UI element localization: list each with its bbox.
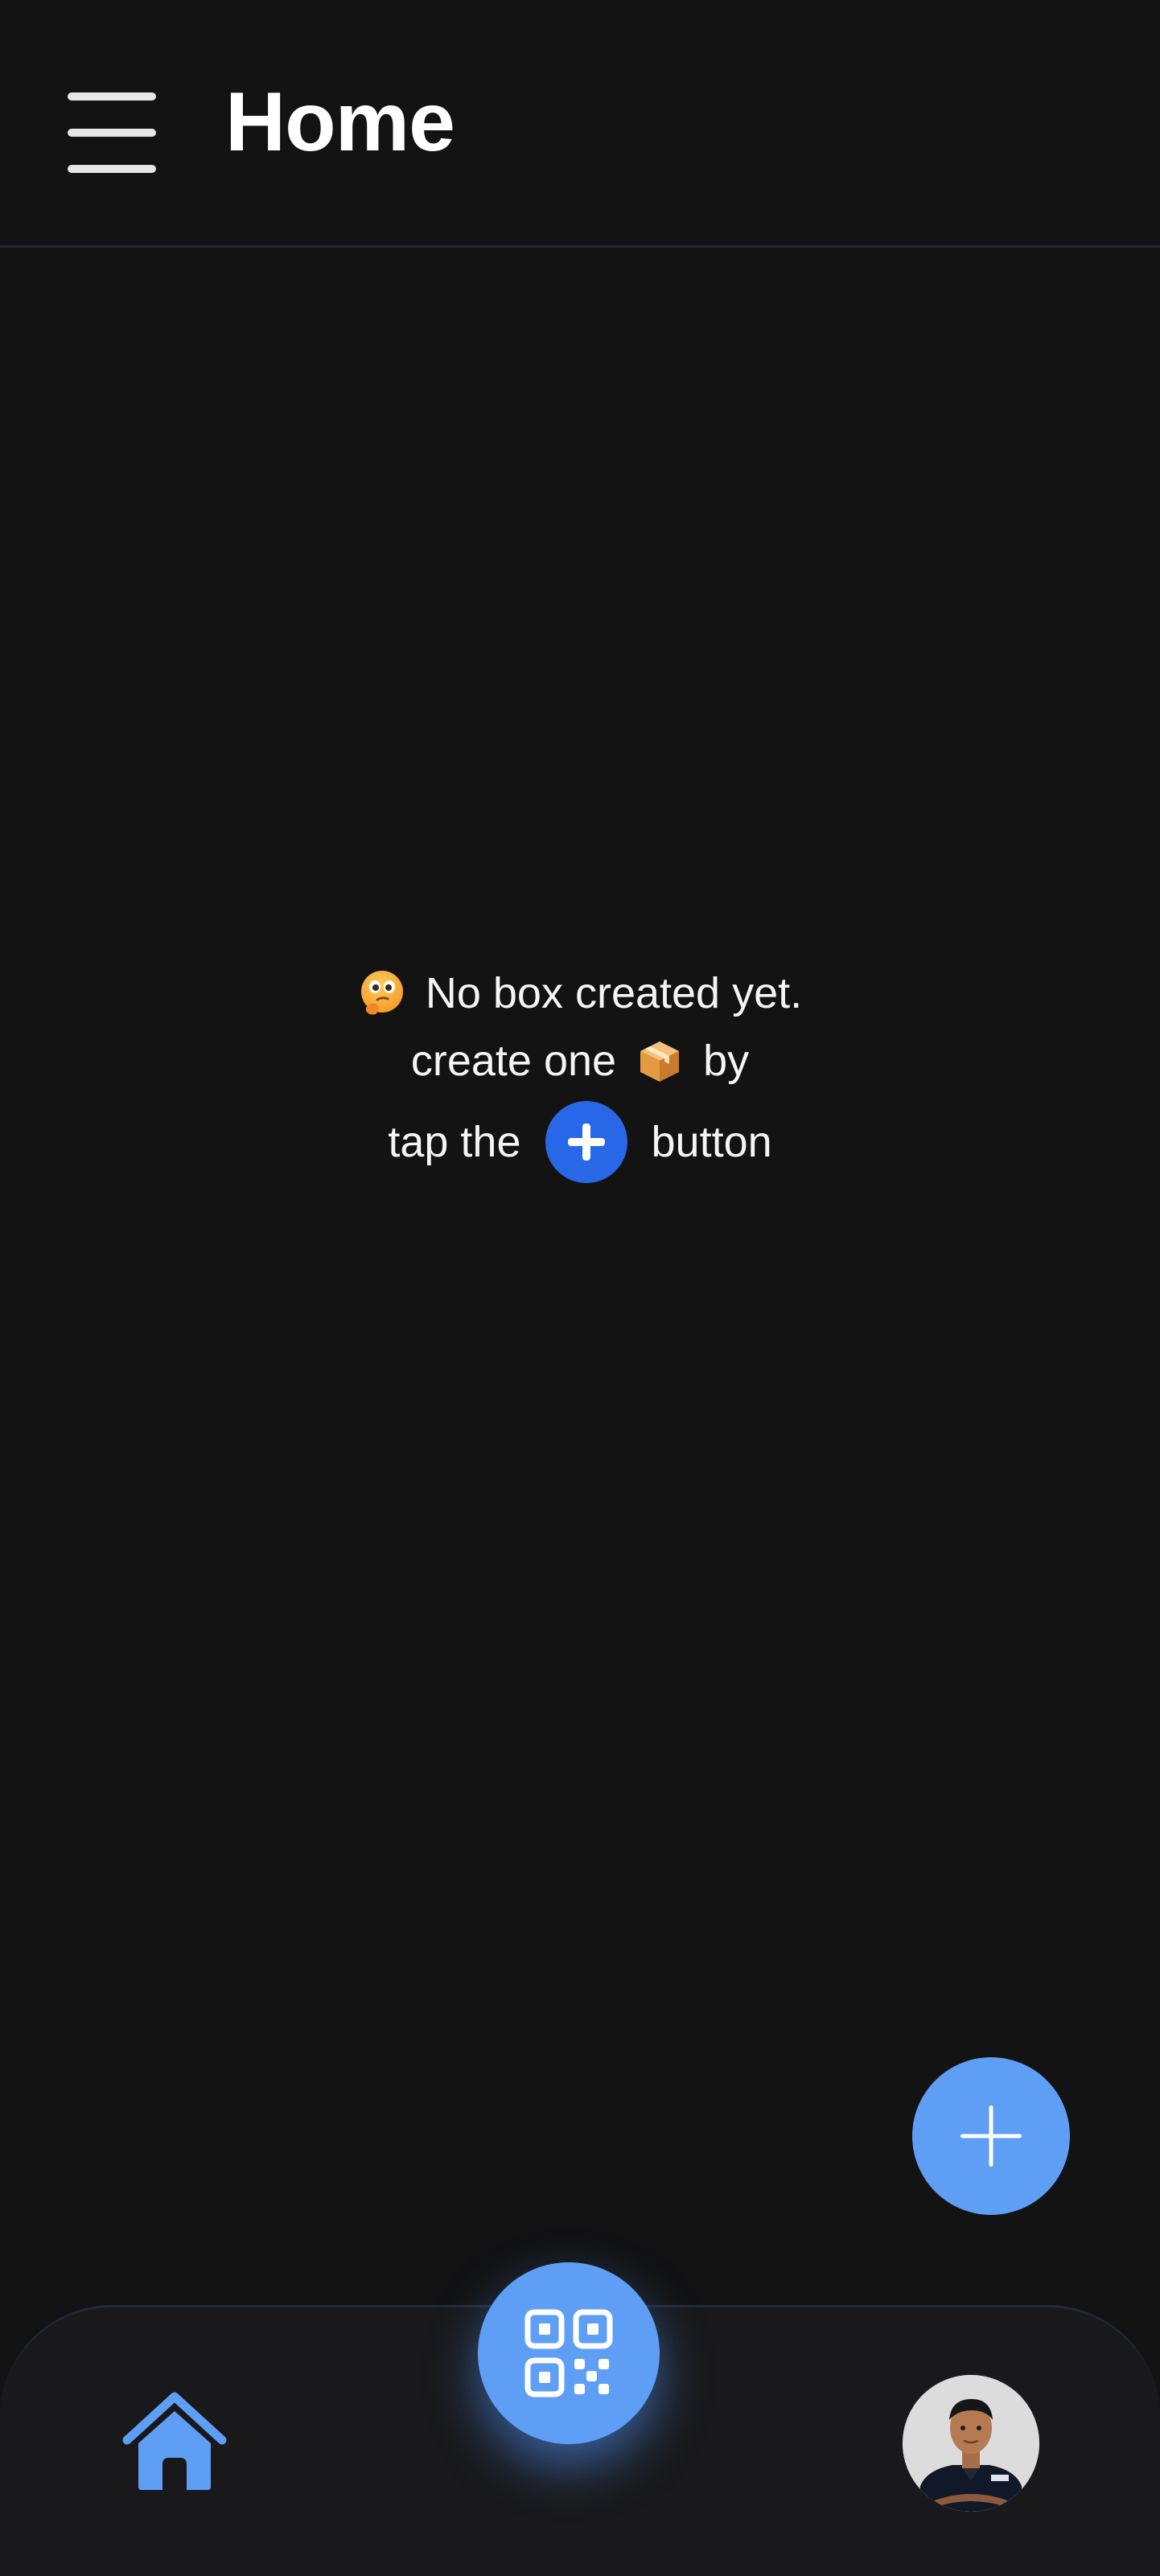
empty-state-line-2: create one by xyxy=(0,1033,1160,1089)
qr-code-icon xyxy=(524,2309,613,2397)
home-icon xyxy=(122,2392,227,2490)
add-box-button[interactable] xyxy=(912,2057,1070,2215)
empty-state-message: No box created yet. create one by tap th… xyxy=(0,965,1160,1184)
plus-icon xyxy=(960,2106,1022,2167)
empty-state-line3-after: button xyxy=(651,1118,772,1166)
empty-state-line3-before: tap the xyxy=(388,1118,521,1166)
avatar[interactable] xyxy=(903,2375,1039,2512)
empty-state-line-1: No box created yet. xyxy=(0,965,1160,1021)
nav-home-button[interactable] xyxy=(122,2390,227,2492)
package-box-emoji xyxy=(636,1037,684,1085)
thinking-face-emoji xyxy=(358,969,406,1017)
scan-qr-button[interactable] xyxy=(478,2262,660,2444)
profile-photo xyxy=(903,2375,1039,2512)
app-header: Home xyxy=(0,0,1160,248)
page-title: Home xyxy=(225,76,455,169)
app-screen: Home No box created yet. create one by t… xyxy=(0,0,1160,2576)
hamburger-menu-icon[interactable] xyxy=(66,90,158,175)
empty-state-line-3: tap the button xyxy=(0,1100,1160,1184)
empty-state-line2-after: by xyxy=(703,1037,750,1085)
plus-circle-icon xyxy=(545,1101,627,1183)
empty-state-title: No box created yet. xyxy=(425,969,803,1017)
empty-state-line2-before: create one xyxy=(410,1037,617,1085)
